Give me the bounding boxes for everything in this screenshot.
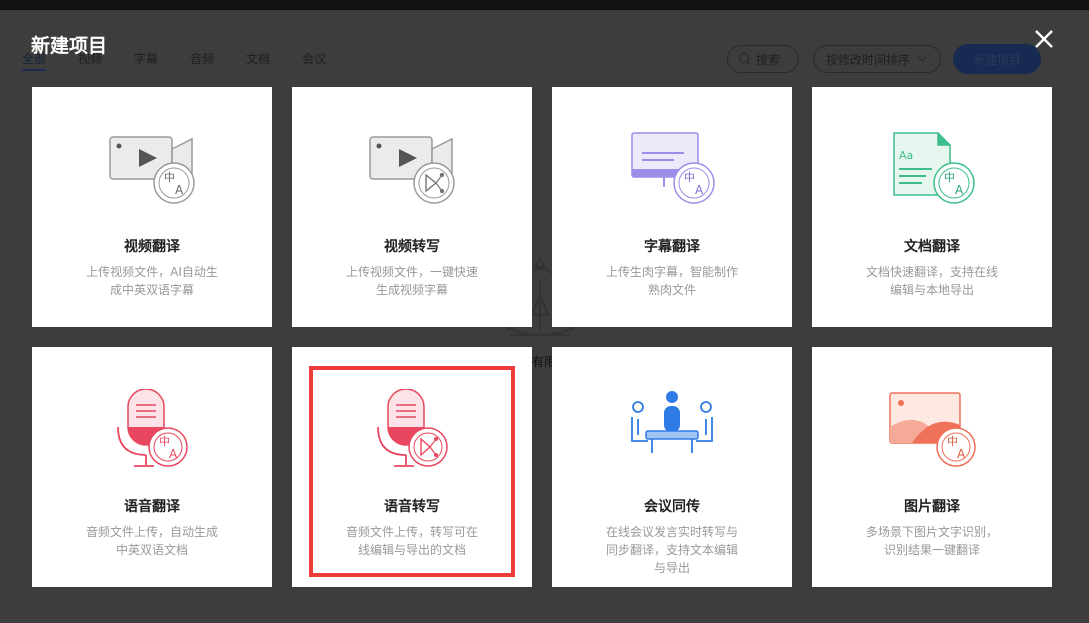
- card-title: 视频转写: [384, 239, 440, 255]
- card-title: 语音翻译: [124, 499, 180, 515]
- search-icon: [738, 52, 751, 65]
- card-description: 音频文件上传，自动生成中英双语文档: [85, 525, 218, 557]
- card-title: 图片翻译: [904, 499, 960, 515]
- svg-text:Aa: Aa: [899, 149, 913, 162]
- card-description: 上传视频文件，AI自动生成中英双语字幕: [86, 265, 218, 297]
- card-description: 多场景下图片文字识别，识别结果一键翻译: [865, 525, 998, 557]
- card-title: 文档翻译: [904, 239, 960, 255]
- image-translate-icon: 中 A: [889, 392, 976, 467]
- bg-sort-select: 按修改时间排序: [813, 45, 941, 73]
- card-audio-translate[interactable]: 中 A 语音翻译 音频文件上传，自动生成中英双语文档: [32, 347, 272, 587]
- bg-tab-audio: 音频: [190, 52, 215, 66]
- card-title: 字幕翻译: [644, 239, 700, 255]
- card-meeting-interpret[interactable]: 会议同传 在线会议发言实时转写与同步翻译，支持文本编辑与导出: [552, 347, 792, 587]
- card-description: 上传视频文件，一键快速生成视频字幕: [345, 265, 478, 297]
- subtitle-translate-icon: 中 A: [631, 132, 715, 204]
- svg-text:中: 中: [164, 171, 175, 184]
- bg-search-box: 搜索: [727, 45, 799, 73]
- bg-tab-subtitle: 字幕: [134, 52, 159, 66]
- close-icon[interactable]: [1031, 26, 1057, 52]
- card-description: 文档快速翻译，支持在线编辑与本地导出: [865, 265, 998, 297]
- card-audio-transcribe[interactable]: 语音转写 音频文件上传，转写可在线编辑与导出的文档: [292, 347, 532, 587]
- svg-text:A: A: [955, 183, 964, 197]
- bg-tab-document: 文档: [246, 52, 271, 66]
- svg-text:A: A: [169, 447, 178, 461]
- card-title: 视频翻译: [124, 239, 180, 255]
- modal-title: 新建项目: [31, 35, 108, 57]
- card-video-transcribe[interactable]: 视频转写 上传视频文件，一键快速生成视频字幕: [292, 87, 532, 327]
- bg-search-label: 搜索: [756, 52, 781, 67]
- svg-text:A: A: [957, 447, 966, 461]
- bg-tab-meeting: 会议: [302, 52, 327, 66]
- card-title: 会议同传: [644, 499, 700, 515]
- bg-new-project-button: 新建项目: [953, 44, 1041, 74]
- meeting-interpret-icon: [631, 391, 713, 453]
- card-image-translate[interactable]: 中 A 图片翻译 多场景下图片文字识别，识别结果一键翻译: [812, 347, 1052, 587]
- card-title: 语音转写: [384, 499, 440, 515]
- bg-sort-label: 按修改时间排序: [825, 52, 910, 67]
- svg-text:A: A: [695, 183, 704, 197]
- svg-text:中: 中: [944, 171, 955, 184]
- chevron-down-icon: [917, 56, 927, 62]
- card-description: 在线会议发言实时转写与同步翻译，支持文本编辑与导出: [605, 525, 738, 575]
- card-description: 上传生肉字幕，智能制作熟肉文件: [605, 265, 738, 297]
- top-bar: [0, 0, 1089, 10]
- card-document-translate[interactable]: Aa 中 A 文档翻译 文档快速翻译，支持在线编辑与本地导出: [812, 87, 1052, 327]
- video-transcribe-icon: [369, 136, 455, 204]
- card-subtitle-translate[interactable]: 中 A 字幕翻译 上传生肉字幕，智能制作熟肉文件: [552, 87, 792, 327]
- video-translate-icon: 中 A: [109, 136, 195, 204]
- svg-text:A: A: [175, 183, 184, 197]
- audio-translate-icon: 中 A: [117, 389, 188, 467]
- document-translate-icon: Aa 中 A: [893, 132, 975, 204]
- card-video-translate[interactable]: 中 A 视频翻译 上传视频文件，AI自动生成中英双语字幕: [32, 87, 272, 327]
- card-description: 音频文件上传，转写可在线编辑与导出的文档: [345, 525, 478, 557]
- svg-text:中: 中: [684, 171, 695, 184]
- audio-transcribe-icon: [377, 389, 448, 467]
